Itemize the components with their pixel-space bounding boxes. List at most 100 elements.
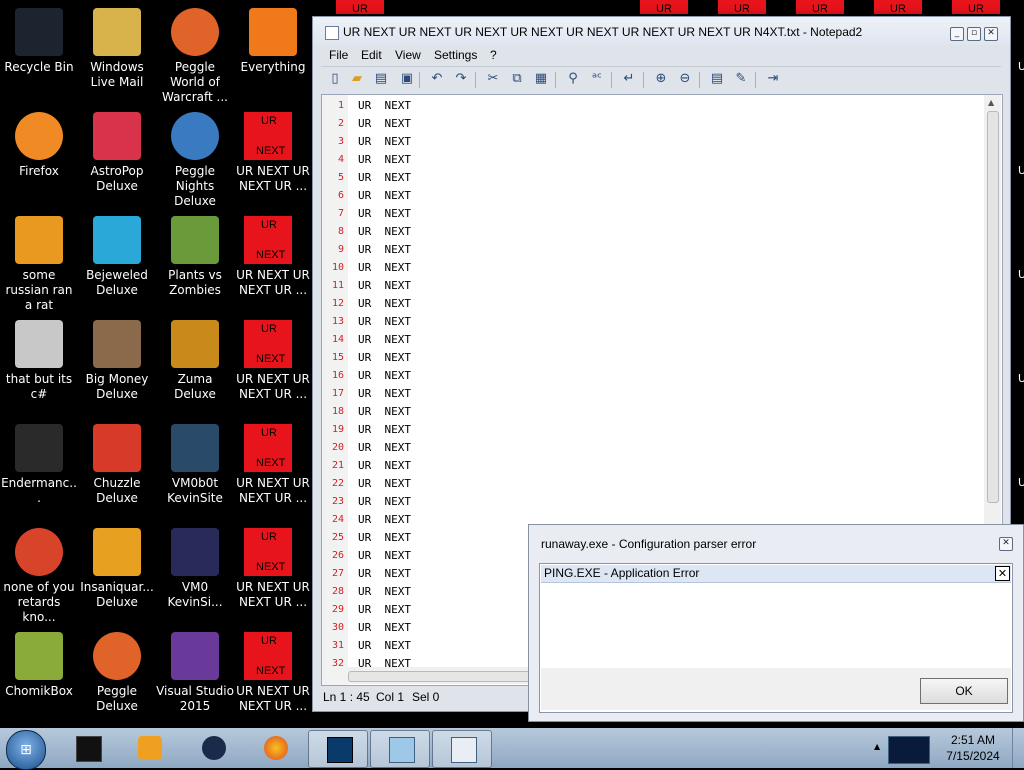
new-file-icon[interactable]: ▯	[327, 71, 343, 87]
close-icon[interactable]: ✕	[984, 27, 998, 41]
desktop-icon-label: that but its c#	[5, 372, 73, 401]
editor-line: 18 UR NEXT	[322, 403, 982, 421]
taskbar-item-app[interactable]	[308, 730, 368, 768]
ur-next-icon[interactable]: UR	[952, 0, 1000, 15]
desktop-icon[interactable]: Recycle Bin	[0, 4, 78, 104]
zoom-in-icon[interactable]: ⊕	[653, 71, 669, 87]
desktop-icon-label: Windows Live Mail	[90, 60, 144, 89]
line-text: UR NEXT	[358, 513, 411, 526]
exit-icon[interactable]: ⇥	[765, 71, 781, 87]
taskbar-item-notepad[interactable]	[370, 730, 430, 768]
notepad-titlebar[interactable]: UR NEXT UR NEXT UR NEXT UR NEXT UR NEXT …	[313, 17, 1010, 45]
desktop-icon[interactable]: UR NEXT UR NEXT UR NEXT UR ...	[234, 212, 312, 312]
minimize-icon[interactable]: _	[950, 27, 964, 41]
desktop-icon[interactable]: Zuma Deluxe	[156, 316, 234, 416]
browse-icon[interactable]: ▤	[373, 71, 389, 87]
desktop-icon[interactable]: Chuzzle Deluxe	[78, 420, 156, 520]
start-button[interactable]: ⊞	[6, 730, 46, 770]
customize-icon[interactable]: ✎	[733, 71, 749, 87]
line-text: UR NEXT	[358, 99, 411, 112]
line-number: 7	[337, 208, 344, 219]
desktop-icon[interactable]: none of you retards kno...	[0, 524, 78, 624]
menu-help[interactable]: ?	[490, 48, 497, 62]
editor-line: 10 UR NEXT	[322, 259, 982, 277]
taskbar-item-media-player[interactable]	[120, 730, 178, 766]
menu-settings[interactable]: Settings	[434, 48, 477, 62]
desktop-icon[interactable]: UR NEXT UR NEXT UR NEXT UR ...	[234, 316, 312, 416]
cut-icon[interactable]: ✂	[485, 71, 501, 87]
desktop-icon[interactable]: VM0b0t KevinSite	[156, 420, 234, 520]
menu-view[interactable]: View	[395, 48, 421, 62]
horizontal-scroll-thumb[interactable]	[348, 671, 550, 682]
desktop-icon[interactable]: Peggle World of Warcraft ...	[156, 4, 234, 104]
desktop-icon[interactable]: Bejeweled Deluxe	[78, 212, 156, 312]
line-number: 31	[331, 640, 344, 651]
scroll-thumb[interactable]	[987, 111, 999, 503]
editor-line: 1 UR NEXT	[322, 97, 982, 115]
taskbar-item-network[interactable]	[184, 730, 242, 766]
undo-icon[interactable]: ↶	[429, 71, 445, 87]
desktop-icon[interactable]: Big Money Deluxe	[78, 316, 156, 416]
desktop-icon[interactable]: UR NEXT UR NEXT UR NEXT UR ...	[234, 628, 312, 728]
peggle-nights-icon	[171, 112, 219, 160]
taskbar-item-firefox[interactable]	[246, 730, 304, 766]
mail-icon	[93, 8, 141, 56]
save-icon[interactable]: ▣	[399, 71, 415, 87]
paste-icon[interactable]: ▦	[533, 71, 549, 87]
ur-next-icon[interactable]: UR	[718, 0, 766, 15]
desktop-icon[interactable]: UR NEXT UR NEXT UR NEXT UR ...	[234, 420, 312, 520]
replace-icon[interactable]: ᵃᶜ	[589, 71, 605, 87]
redo-icon[interactable]: ↷	[453, 71, 469, 87]
status-line: Ln 1 : 45	[323, 690, 370, 704]
dialog-close-icon[interactable]: ✕	[999, 537, 1013, 551]
desktop-icon[interactable]: Plants vs Zombies	[156, 212, 234, 312]
open-folder-icon[interactable]: ▰	[349, 71, 365, 87]
desktop-icon[interactable]: VM0 KevinSi...	[156, 524, 234, 624]
line-text: UR NEXT	[358, 189, 411, 202]
desktop-icon[interactable]: some russian ran a rat	[0, 212, 78, 312]
show-desktop-button[interactable]	[1012, 728, 1024, 768]
tray-expand-icon[interactable]: ▲	[874, 742, 880, 751]
line-text: UR NEXT	[358, 135, 411, 148]
desktop-icon[interactable]: Endermanc...	[0, 420, 78, 520]
desktop-icon[interactable]: UR NEXT UR NEXT UR NEXT UR ...	[234, 108, 312, 208]
tray-app-icon[interactable]	[888, 736, 930, 764]
inner-close-icon[interactable]: ✕	[995, 566, 1010, 581]
zoom-out-icon[interactable]: ⊖	[677, 71, 693, 87]
desktop-icon[interactable]: AstroPop Deluxe	[78, 108, 156, 208]
desktop-icon[interactable]: Peggle Nights Deluxe	[156, 108, 234, 208]
line-text: UR NEXT	[358, 531, 411, 544]
ur-next-icon[interactable]: UR	[336, 0, 384, 15]
taskbar-item-terminal[interactable]	[58, 730, 116, 766]
ur-next-icon[interactable]: UR	[874, 0, 922, 15]
ur-next-icon[interactable]: UR	[640, 0, 688, 15]
desktop-icon[interactable]: ChomikBox	[0, 628, 78, 728]
desktop-icon[interactable]: that but its c#	[0, 316, 78, 416]
line-number: 15	[331, 352, 344, 363]
editor-line: 20 UR NEXT	[322, 439, 982, 457]
restore-icon[interactable]: ▫	[967, 27, 981, 41]
desktop-icon[interactable]: Windows Live Mail	[78, 4, 156, 104]
desktop-icon[interactable]: Everything	[234, 4, 312, 104]
desktop-icon-label: some russian ran a rat	[5, 268, 73, 312]
terminal-icon	[15, 424, 63, 472]
line-text: UR NEXT	[358, 405, 411, 418]
copy-icon[interactable]: ⧉	[509, 71, 525, 87]
word-wrap-icon[interactable]: ↵	[621, 71, 637, 87]
ur-next-icon[interactable]: UR	[796, 0, 844, 15]
find-icon[interactable]: ⚲	[565, 71, 581, 87]
desktop-icon[interactable]: Insaniquar... Deluxe	[78, 524, 156, 624]
scheme-icon[interactable]: ▤	[709, 71, 725, 87]
menu-edit[interactable]: Edit	[361, 48, 382, 62]
clock[interactable]: 2:51 AM 7/15/2024	[940, 732, 1006, 764]
menu-file[interactable]: File	[329, 48, 348, 62]
line-text: UR NEXT	[358, 243, 411, 256]
desktop-icon-label: Firefox	[19, 164, 59, 178]
desktop-icon[interactable]: Visual Studio 2015	[156, 628, 234, 728]
desktop-icon[interactable]: Firefox	[0, 108, 78, 208]
ok-button[interactable]: OK	[920, 678, 1008, 704]
taskbar-item-error-dialog[interactable]	[432, 730, 492, 768]
desktop-icon[interactable]: UR NEXT UR NEXT UR NEXT UR ...	[234, 524, 312, 624]
scroll-up-icon[interactable]: ▲	[988, 98, 994, 107]
desktop-icon[interactable]: Peggle Deluxe	[78, 628, 156, 728]
